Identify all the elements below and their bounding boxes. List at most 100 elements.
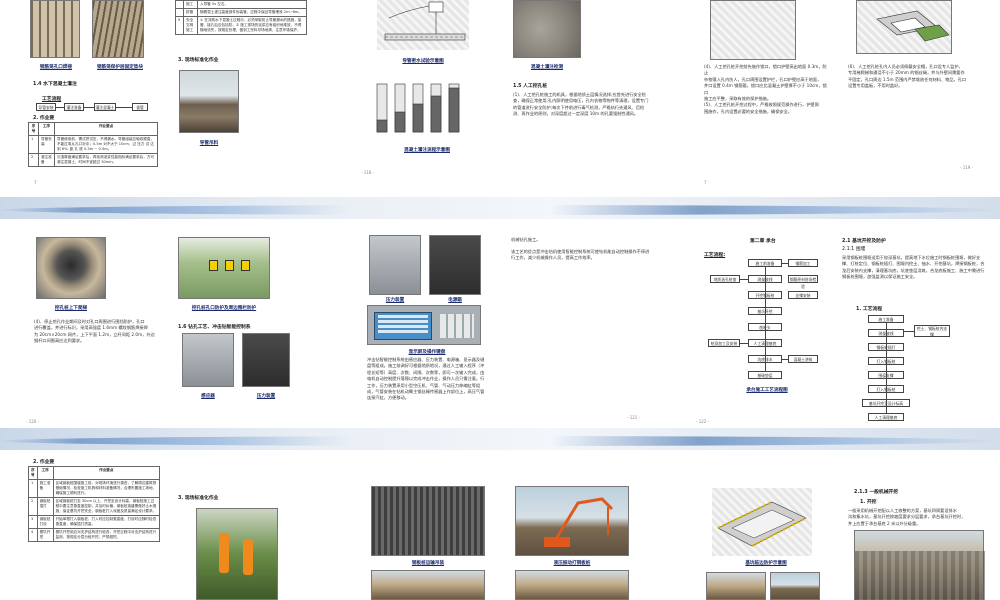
photo-caption: 感应器 xyxy=(201,394,215,399)
text-line: 机械钻孔施工。 xyxy=(511,237,541,242)
section-heading: 1.4 水下混凝土灌注 xyxy=(33,82,77,87)
document-page-118-left[interactable]: 施工 入导管 5s 左右。 拔管 随着混土灌注高度部件伪装管，过程中保证导管埋深… xyxy=(165,0,330,197)
table-cell: 2 xyxy=(28,153,39,167)
photo-caption: 挖孔桩上下爬梯 xyxy=(54,306,88,311)
sheet-pile-wall xyxy=(855,551,985,600)
cap-diagram-svg xyxy=(876,10,950,42)
table-row: 3 钢板桩打设 开始单根打入钢板桩，打入时应控制垂直度，打设时应随时检查垂直度，… xyxy=(28,515,161,529)
table-row: 1 导管安装 导管使用前，需试拼试压，不得漏水。导管组装应轴线顺直，不能过弯从孔… xyxy=(28,135,158,154)
table-cell: 灌注准备 xyxy=(38,153,55,167)
page-number: - 118 - xyxy=(361,170,375,175)
table-cell: 基坑开挖 xyxy=(36,528,54,542)
document-page-118[interactable]: 导管密水试验示意图 混凝土灌注检测 混凝土灌注流程示意图 1.5 人工挖孔桩 (… xyxy=(335,0,665,197)
flow-arrow xyxy=(116,107,132,108)
text-line: 井口设置 0.4m 钢筋箍，锁口应比混凝土护壁厚不小于 10cm，锁口 xyxy=(704,83,827,95)
table-cell: 3 xyxy=(28,515,38,529)
keypad-icon xyxy=(440,314,474,338)
document-page-119[interactable]: (4)、人工挖孔桩开挖前先施作锁口，锁口护壁高出地面 0.3m，防止 杂物落入孔… xyxy=(670,0,1000,197)
table-cell: 导管安装 xyxy=(38,135,55,154)
sub-heading: 2.1.1 围堰 xyxy=(842,247,866,252)
flow-connector xyxy=(740,343,748,344)
document-page-120[interactable]: 挖孔桩上下爬梯 挖孔桩孔口防护及周边围栏防护 (4)、停止挖孔作业期间及时对孔口… xyxy=(0,219,330,428)
table-cell: 拔管 xyxy=(183,8,198,17)
rebar-cage-photo xyxy=(30,0,80,58)
text-line: 设置专用盖板，不用时盖好。 xyxy=(848,83,903,89)
table-row: 5 安全文明施工 ① 在浇筑水下混凝土过程中，必须采取防止导管漏水的措施，接管、… xyxy=(175,16,307,35)
flow-box: 挖土、钢板桩内支撑 xyxy=(914,325,950,337)
paragraph-block: 一般采用机械开挖配以人工修整的方案，基坑四周要设排水 沟和集水坑，基坑开挖按坡度… xyxy=(848,508,988,527)
flow-connector xyxy=(886,323,887,413)
warning-sign-icon xyxy=(209,260,218,271)
table-header: 工序 xyxy=(36,466,54,480)
control-display-photo xyxy=(367,305,481,345)
pour-flow-diagram xyxy=(376,83,460,133)
text-line: 进行覆盖，并进行标识，采用高强度 1.6mm 螺纹钢筋焊接焊 xyxy=(34,325,148,331)
excavator-svg xyxy=(544,497,614,547)
photo-caption: 混凝土灌注检测 xyxy=(530,65,564,70)
conduit-stack-photo xyxy=(179,70,239,133)
document-page-121[interactable]: 压力装置 电源箱 显示屏及操作键盘 冲击钻智能控制系统由感应器、压力装置、电源箱… xyxy=(335,219,665,428)
flow-box: 钢筋原材进场检验 xyxy=(788,275,818,289)
text-line: 井上应置于承台基底 2 米以外分级重。 xyxy=(848,520,921,526)
paragraph: 采用钢板桩围堰适用于较深基坑，提高地下水位施工时钢板桩围堰，做好支撑、打桩定位、… xyxy=(842,255,985,280)
pile-cap-drawing xyxy=(856,0,952,54)
section-heading: 3. 现场标准化作业 xyxy=(178,496,219,501)
flow-box: 灌注准备 xyxy=(64,103,84,111)
table-row: 拔管 随着混土灌注高度部件伪装管，过程中保证导管埋深 2m~6m。 xyxy=(175,8,307,17)
table-header: 作业要点 xyxy=(54,122,158,136)
table-cell: 钢板桩打设 xyxy=(36,515,54,529)
pressure-device-photo xyxy=(242,333,290,387)
table-cell: 沉渣厚度满足要求后，再检测泥浆性能指标满足要求后，方可灌注混凝土，时间不宜超过 … xyxy=(54,153,158,167)
sheet-pile-transport-photo xyxy=(371,486,485,556)
flow-box: 支撑安装 xyxy=(788,291,818,299)
flow-box: 基础垫层 xyxy=(748,371,782,379)
section-heading: 1.6 钻孔工艺、冲击钻智能控制系 xyxy=(178,325,251,330)
edge-protection-drawing xyxy=(712,488,812,556)
section-heading: 3. 现场标准化作业 xyxy=(178,58,219,63)
photo-caption: 挖孔桩孔口防护及周边围栏防护 xyxy=(191,306,257,311)
page-grid: 钢筋笼孔口焊接 钢筋笼保护层固定垫块 1.4 水下混凝土灌注 工艺流程 导管安装… xyxy=(0,0,1000,600)
pit-photo xyxy=(706,572,766,600)
warning-sign-icon xyxy=(225,260,234,271)
page-divider-band xyxy=(0,197,1000,219)
pressure-unit-photo xyxy=(369,235,421,295)
footer-mark: 7 xyxy=(704,180,707,185)
sensor-photo xyxy=(182,333,234,387)
document-page-122[interactable]: 第二章 承台 工艺流程: 施工前准备 测量放线 地质选孔桩查 开挖钢板桩 基坑开… xyxy=(670,219,1000,428)
table-row: 2 灌注准备 沉渣厚度满足要求后，再检测泥浆性能指标满足要求后，方可灌注混凝土，… xyxy=(28,153,158,167)
flow-box: 施工前准备 xyxy=(748,259,782,267)
pile-lock-drawing xyxy=(710,0,796,60)
excavation-photo xyxy=(854,530,985,600)
paragraph-block: (4)、人工挖孔桩开挖前先施作锁口，锁口护壁高出地面 0.3m，防止 杂物落入孔… xyxy=(704,64,830,115)
flow-box: 桩身加工及安装 xyxy=(708,339,740,347)
tremie-test-drawing xyxy=(377,0,469,50)
text-line: 钢杆口间围高应达到要求。 xyxy=(34,338,85,344)
table-cell: 1 xyxy=(28,135,39,154)
document-page-123[interactable]: 2. 作业要 序号 工序 作业要点 1 施工准备 区域钢板桩围堰施工前，对现场环… xyxy=(0,450,330,600)
page-number: - 122 - xyxy=(696,419,710,424)
concrete-check-photo xyxy=(513,0,581,58)
document-page-125[interactable]: 基坑临边防护示意图 2.1.3 一般机械开挖 1. 开挖 一般采用机械开挖配以人… xyxy=(670,450,1000,600)
table-cell: 导管使用前，需试拼试压，不得漏水。导管组装应轴线顺直，不能过弯从孔口对中；0.5… xyxy=(54,135,158,154)
worker-figure-icon xyxy=(219,533,229,573)
table-cell: 钢板桩插打 xyxy=(36,497,54,516)
table-cell: 区域钢板桩打至 30cm 以上、开挖至设计标高，钢板桩施工过程中要注意垂直度控制… xyxy=(52,497,161,516)
photo-caption: 钢筋笼孔口焊接 xyxy=(39,65,73,70)
section-heading: 1.5 人工挖孔桩 xyxy=(513,84,548,89)
table-cell: 施工 xyxy=(183,0,198,9)
section-heading: 2.1 基坑开挖及防护 xyxy=(842,239,886,244)
photo-caption: 显示屏及操作键盘 xyxy=(408,350,446,355)
photo-caption: 压力装置 xyxy=(385,298,405,303)
photo-caption: 钢筋笼保护层固定垫块 xyxy=(97,65,143,70)
document-page-124[interactable]: 钢板桩运输吊装 液压振动打钢板桩 xyxy=(335,450,665,600)
sub-heading: 1. 工艺流程 xyxy=(856,307,883,312)
paragraph-block: (4)、停止挖孔作业期间及时对孔口周围进行围挡防护，孔口 进行覆盖，并进行标识，… xyxy=(34,319,160,345)
flow-box: 混凝土浇筑 xyxy=(788,355,818,363)
rebar-spacer-photo xyxy=(92,0,144,58)
flow-connector xyxy=(740,279,748,280)
table-row: 2 钢板桩插打 区域钢板桩打至 30cm 以上、开挖至设计标高，钢板桩施工过程中… xyxy=(28,497,161,516)
table-cell: 安全文明施工 xyxy=(183,16,198,35)
tremie-diagram-svg xyxy=(384,1,466,41)
photo-caption: 钢板桩运输吊装 xyxy=(411,561,445,566)
table-header: 工序 xyxy=(38,122,55,136)
